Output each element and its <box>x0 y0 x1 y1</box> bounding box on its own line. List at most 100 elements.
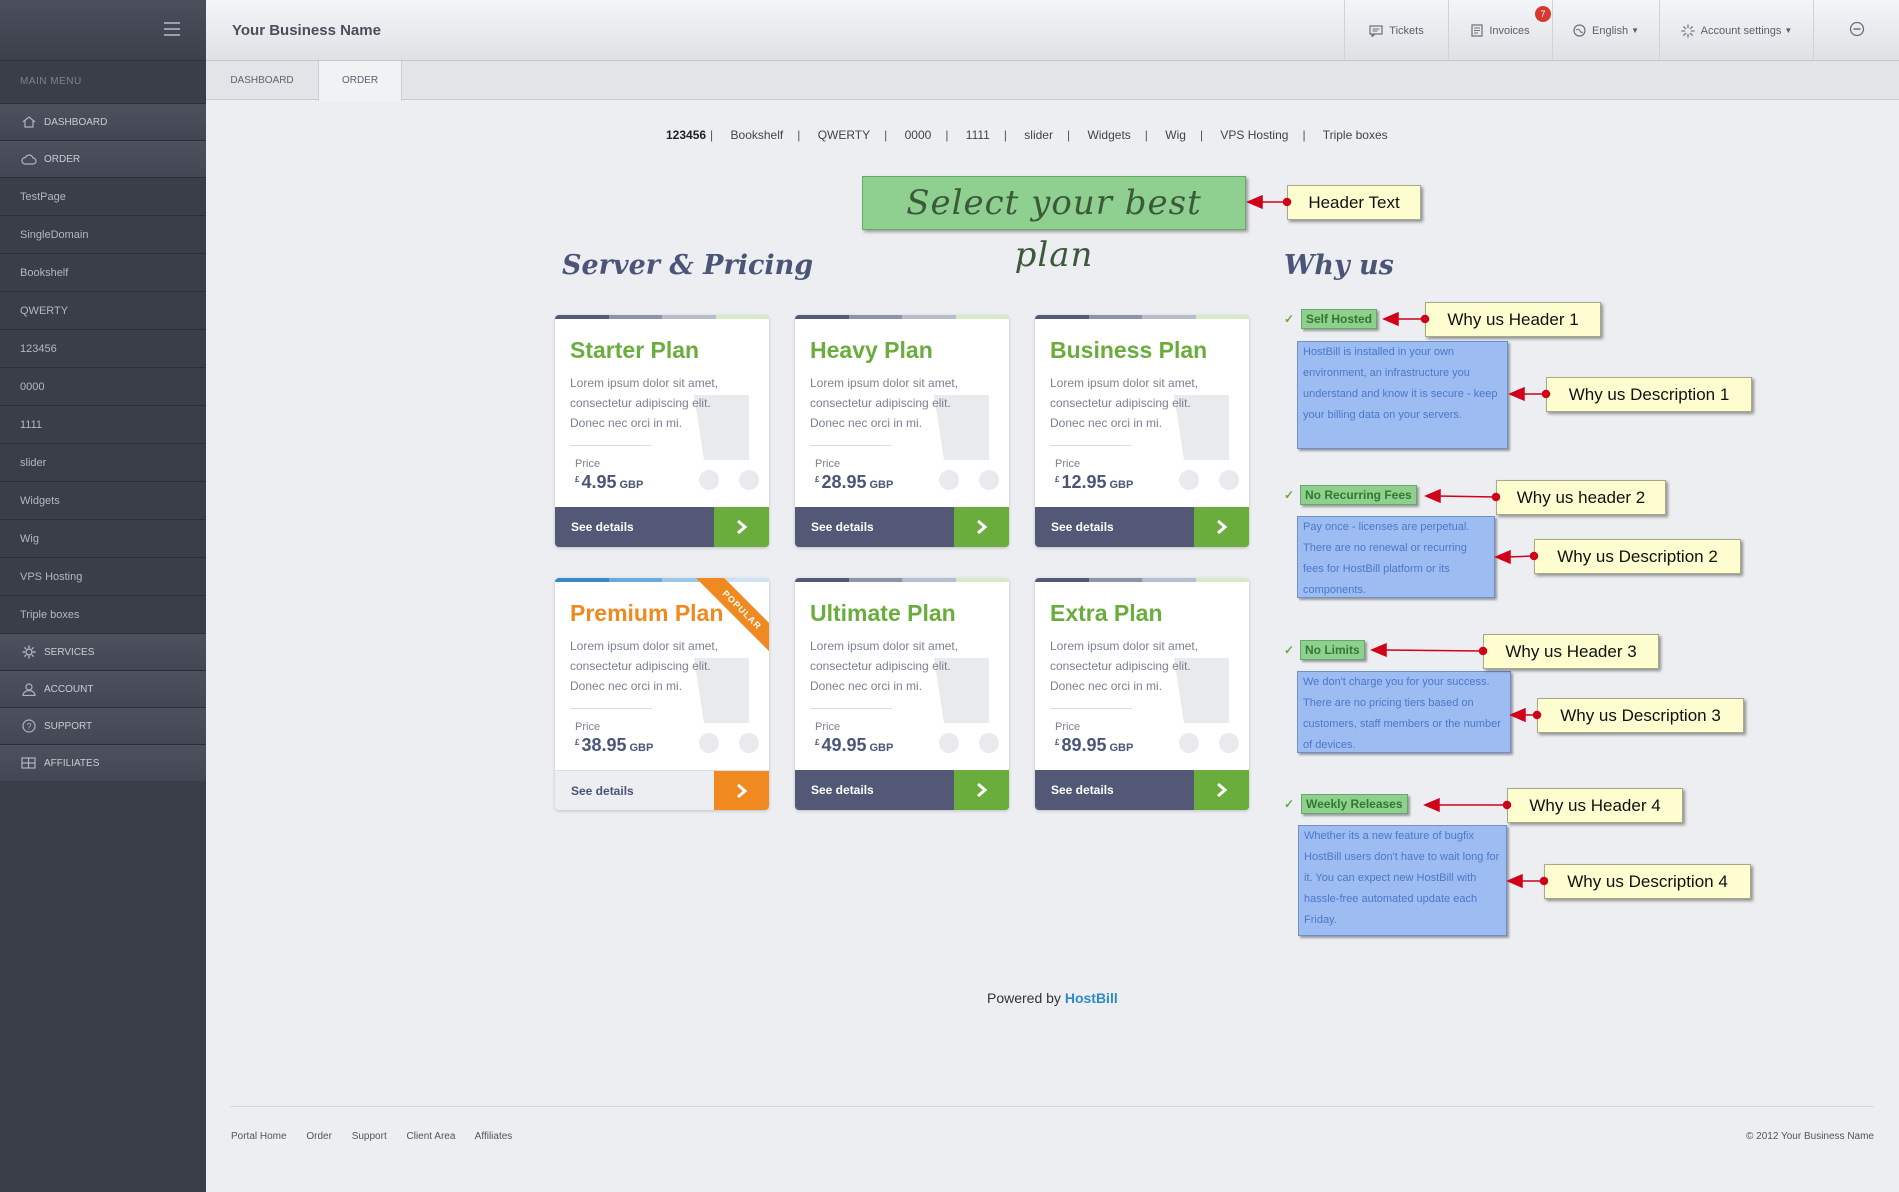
footer-link[interactable]: Portal Home <box>231 1131 287 1142</box>
plan-card-popular: POPULAR Premium Plan Lorem ipsum dolor s… <box>555 578 769 810</box>
plan-description: Lorem ipsum dolor sit amet, consectetur … <box>570 376 719 430</box>
tab-order[interactable]: ORDER <box>318 61 402 101</box>
hostbill-link[interactable]: HostBill <box>1065 990 1118 1006</box>
sidebar-subitem[interactable]: 123456 <box>0 329 206 367</box>
sidebar-item-label: DASHBOARD <box>44 116 108 128</box>
plan-price: £89.95 GBP <box>1055 735 1134 755</box>
category-link[interactable]: 0000 <box>905 128 932 142</box>
category-link[interactable]: 123456 <box>666 128 706 142</box>
plan-card: Starter Plan Lorem ipsum dolor sit amet,… <box>555 315 769 547</box>
category-link[interactable]: slider <box>1024 128 1053 142</box>
category-link[interactable]: 1111 <box>966 128 990 142</box>
price-label: Price <box>575 458 601 470</box>
invoice-icon <box>1471 24 1483 37</box>
sidebar-subitem[interactable]: TestPage <box>0 177 206 215</box>
tab-dashboard[interactable]: DASHBOARD <box>206 61 318 100</box>
sidebar-title: MAIN MENU <box>20 76 82 87</box>
sidebar-top <box>0 0 206 61</box>
why-us-description: HostBill is installed in your own enviro… <box>1297 341 1508 449</box>
tab-bar: DASHBOARD ORDER <box>206 61 1899 101</box>
callout-why-description-1: Why us Description 1 <box>1546 377 1752 412</box>
plan-price: £12.95 GBP <box>1055 472 1134 492</box>
chevron-right-icon <box>954 507 1009 547</box>
invoices-button[interactable]: Invoices 7 <box>1448 0 1552 61</box>
category-link[interactable]: Wig <box>1165 128 1186 142</box>
sidebar-item-dashboard[interactable]: DASHBOARD <box>0 103 206 140</box>
price-label: Price <box>815 721 841 733</box>
footer-links: Portal Home Order Support Client Area Af… <box>231 1131 529 1142</box>
brand-name[interactable]: Your Business Name <box>232 22 381 39</box>
price-label: Price <box>575 721 601 733</box>
see-details-button[interactable]: See details <box>555 507 769 547</box>
callout-header-text: Header Text <box>1287 185 1421 220</box>
see-details-button[interactable]: See details <box>1035 770 1249 810</box>
chevron-down-icon: ▼ <box>1784 26 1793 35</box>
copyright: © 2012 Your Business Name <box>1745 1131 1874 1142</box>
sidebar: MAIN MENU DASHBOARD ORDER TestPage Singl… <box>0 0 206 1192</box>
sidebar-subitem[interactable]: QWERTY <box>0 291 206 329</box>
help-icon: ? <box>20 719 37 733</box>
sidebar-subitem[interactable]: Wig <box>0 519 206 557</box>
footer-link[interactable]: Order <box>306 1131 332 1142</box>
tickets-icon <box>1369 24 1383 37</box>
tickets-button[interactable]: Tickets <box>1344 0 1448 61</box>
see-details-button[interactable]: See details <box>555 770 769 810</box>
sidebar-subitem[interactable]: 0000 <box>0 367 206 405</box>
logout-button[interactable] <box>1813 0 1899 61</box>
logout-icon <box>1849 21 1865 40</box>
category-link[interactable]: QWERTY <box>818 128 870 142</box>
category-link[interactable]: Bookshelf <box>731 128 784 142</box>
price-label: Price <box>1055 721 1081 733</box>
chevron-right-icon <box>1194 507 1249 547</box>
check-icon: ✓ <box>1284 643 1295 657</box>
see-details-button[interactable]: See details <box>795 770 1009 810</box>
language-dropdown[interactable]: English ▼ <box>1552 0 1659 61</box>
footer-link[interactable]: Support <box>352 1131 387 1142</box>
menu-toggle-icon[interactable] <box>164 22 180 36</box>
category-link[interactable]: Widgets <box>1087 128 1130 142</box>
see-details-button[interactable]: See details <box>1035 507 1249 547</box>
sidebar-subitem[interactable]: slider <box>0 443 206 481</box>
category-link[interactable]: VPS Hosting <box>1220 128 1288 142</box>
see-details-label: See details <box>811 783 874 797</box>
home-icon <box>20 115 37 129</box>
why-us-header: No Recurring Fees <box>1300 485 1417 505</box>
footer-link[interactable]: Affiliates <box>475 1131 513 1142</box>
plan-price: £49.95 GBP <box>815 735 894 755</box>
sidebar-subitem[interactable]: Widgets <box>0 481 206 519</box>
account-settings-dropdown[interactable]: Account settings ▼ <box>1659 0 1813 61</box>
plan-name: Heavy Plan <box>810 337 933 363</box>
plan-name: Business Plan <box>1050 337 1208 363</box>
tickets-label: Tickets <box>1389 24 1424 37</box>
see-details-label: See details <box>571 520 634 534</box>
plan-price: £38.95 GBP <box>575 735 654 755</box>
sidebar-subitem[interactable]: VPS Hosting <box>0 557 206 595</box>
footer-divider <box>230 1106 1874 1107</box>
plan-card: Business Plan Lorem ipsum dolor sit amet… <box>1035 315 1249 547</box>
why-us-description: Pay once - licenses are perpetual. There… <box>1297 516 1495 598</box>
see-details-label: See details <box>1051 783 1114 797</box>
sidebar-item-label: SUPPORT <box>44 720 93 732</box>
sidebar-item-services[interactable]: SERVICES <box>0 633 206 670</box>
sidebar-subitem[interactable]: Triple boxes <box>0 595 206 633</box>
plan-name: Starter Plan <box>570 337 700 363</box>
svg-text:?: ? <box>26 722 31 732</box>
affiliates-icon <box>20 756 37 770</box>
account-settings-label: Account settings <box>1700 24 1782 37</box>
language-label: English <box>1592 24 1629 37</box>
footer-link[interactable]: Client Area <box>407 1131 456 1142</box>
sidebar-item-support[interactable]: ? SUPPORT <box>0 707 206 744</box>
spinner-icon <box>1680 23 1695 38</box>
sidebar-item-label: SERVICES <box>44 646 95 658</box>
plan-price: £28.95 GBP <box>815 472 894 492</box>
sidebar-item-account[interactable]: ACCOUNT <box>0 670 206 707</box>
user-icon <box>20 682 37 696</box>
see-details-button[interactable]: See details <box>795 507 1009 547</box>
category-link[interactable]: Triple boxes <box>1323 128 1388 142</box>
sidebar-subitem[interactable]: SingleDomain <box>0 215 206 253</box>
sidebar-item-affiliates[interactable]: AFFILIATES <box>0 744 206 781</box>
sidebar-subitem[interactable]: Bookshelf <box>0 253 206 291</box>
plan-name: Ultimate Plan <box>810 600 956 626</box>
sidebar-subitem[interactable]: 1111 <box>0 405 206 443</box>
sidebar-item-order[interactable]: ORDER <box>0 140 206 177</box>
